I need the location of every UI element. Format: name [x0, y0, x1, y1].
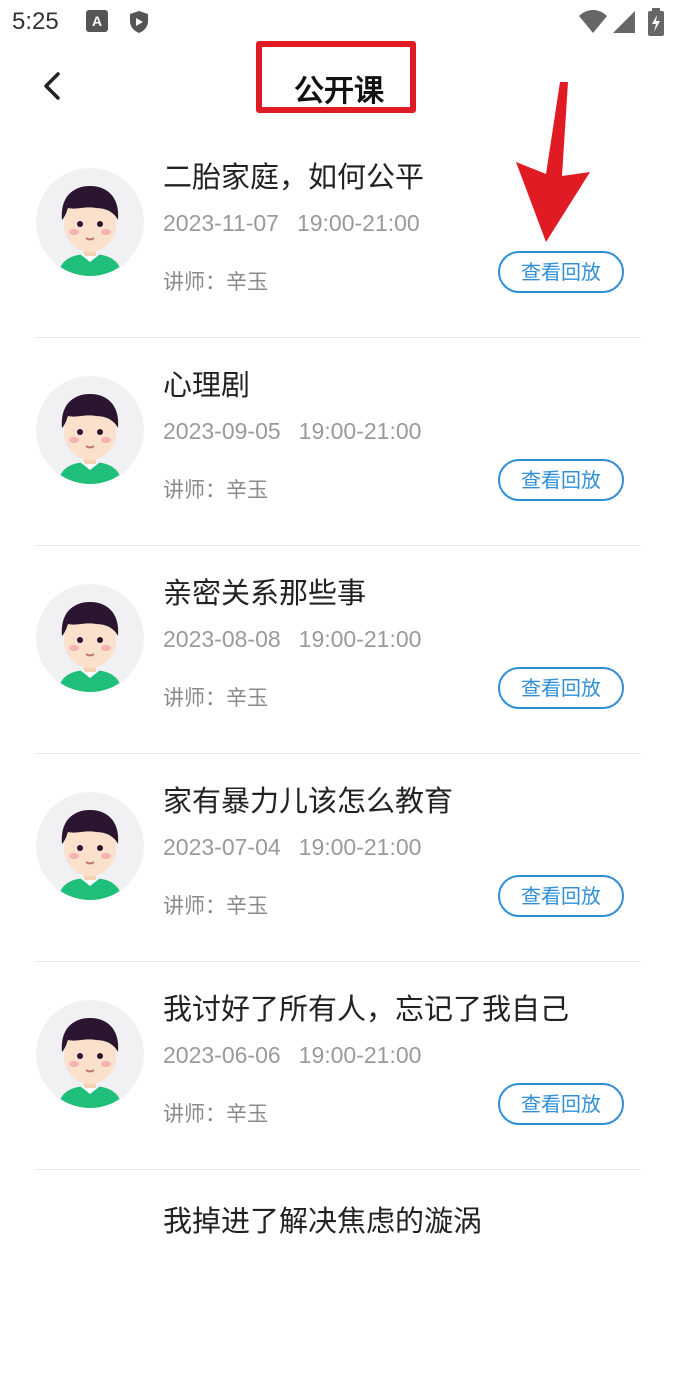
teacher-name: 讲师：辛玉 [163, 270, 268, 294]
course-date: 2023-09-05 [163, 418, 281, 444]
course-item[interactable]: 心理剧 2023-09-05 19:00-21:00 讲师：辛玉 查看回放 [0, 338, 677, 546]
teacher-avatar [36, 168, 144, 276]
app-header: 公开课 [0, 41, 677, 242]
teacher-avatar [36, 584, 144, 692]
avatar-boy-icon [58, 186, 122, 276]
course-date: 2023-08-08 [163, 626, 281, 652]
course-item[interactable]: 二胎家庭，如何公平 2023-11-07 19:00-21:00 讲师：辛玉 查看… [0, 130, 677, 338]
course-hours: 19:00-21:00 [298, 834, 422, 860]
course-hours: 19:00-21:00 [296, 210, 420, 236]
status-bar: 5:25 A [0, 0, 677, 46]
course-title: 亲密关系那些事 [163, 576, 367, 610]
course-title: 我掉进了解决焦虑的漩涡 [163, 1204, 483, 1238]
course-datetime: 2023-09-05 19:00-21:00 [163, 418, 421, 445]
course-title: 二胎家庭，如何公平 [163, 160, 425, 194]
teacher-avatar [36, 792, 144, 900]
avatar-boy-icon [58, 810, 122, 900]
avatar-boy-icon [58, 602, 122, 692]
course-hours: 19:00-21:00 [298, 418, 422, 444]
course-title: 我讨好了所有人，忘记了我自己 [163, 992, 570, 1026]
course-hours: 19:00-21:00 [298, 1042, 422, 1068]
shield-icon [130, 11, 148, 33]
view-replay-button[interactable]: 查看回放 [498, 875, 624, 917]
status-time: 5:25 [12, 8, 59, 35]
page-title: 公开课 [294, 74, 384, 109]
course-datetime: 2023-11-07 19:00-21:00 [163, 210, 420, 237]
view-replay-button[interactable]: 查看回放 [498, 667, 624, 709]
course-title: 心理剧 [163, 368, 251, 402]
avatar-boy-icon [58, 1018, 122, 1108]
course-item[interactable]: 我讨好了所有人，忘记了我自己 2023-06-06 19:00-21:00 讲师：… [0, 962, 677, 1170]
back-arrow-icon[interactable] [36, 68, 68, 104]
course-hours: 19:00-21:00 [298, 626, 422, 652]
course-date: 2023-06-06 [163, 1042, 281, 1068]
course-title: 家有暴力儿该怎么教育 [163, 784, 454, 818]
avatar-boy-icon [58, 394, 122, 484]
teacher-name: 讲师：辛玉 [163, 894, 268, 918]
teacher-avatar [36, 376, 144, 484]
course-item[interactable]: 亲密关系那些事 2023-08-08 19:00-21:00 讲师：辛玉 查看回放 [0, 546, 677, 754]
view-replay-button[interactable]: 查看回放 [498, 459, 624, 501]
a-notification-icon: A [86, 10, 108, 32]
course-datetime: 2023-08-08 19:00-21:00 [163, 626, 421, 653]
wifi-icon [579, 10, 607, 33]
teacher-avatar [36, 1000, 144, 1108]
course-date: 2023-07-04 [163, 834, 281, 860]
course-datetime: 2023-06-06 19:00-21:00 [163, 1042, 421, 1069]
course-list: 二胎家庭，如何公平 2023-11-07 19:00-21:00 讲师：辛玉 查看… [0, 130, 677, 1378]
view-replay-button[interactable]: 查看回放 [498, 251, 624, 293]
signal-icon [613, 11, 635, 33]
teacher-name: 讲师：辛玉 [163, 478, 268, 502]
teacher-name: 讲师：辛玉 [163, 1102, 268, 1126]
course-item[interactable]: 我掉进了解决焦虑的漩涡 [0, 1170, 677, 1378]
teacher-name: 讲师：辛玉 [163, 686, 268, 710]
course-date: 2023-11-07 [163, 210, 279, 236]
battery-icon [648, 8, 664, 36]
course-item[interactable]: 家有暴力儿该怎么教育 2023-07-04 19:00-21:00 讲师：辛玉 查… [0, 754, 677, 962]
course-datetime: 2023-07-04 19:00-21:00 [163, 834, 421, 861]
view-replay-button[interactable]: 查看回放 [498, 1083, 624, 1125]
